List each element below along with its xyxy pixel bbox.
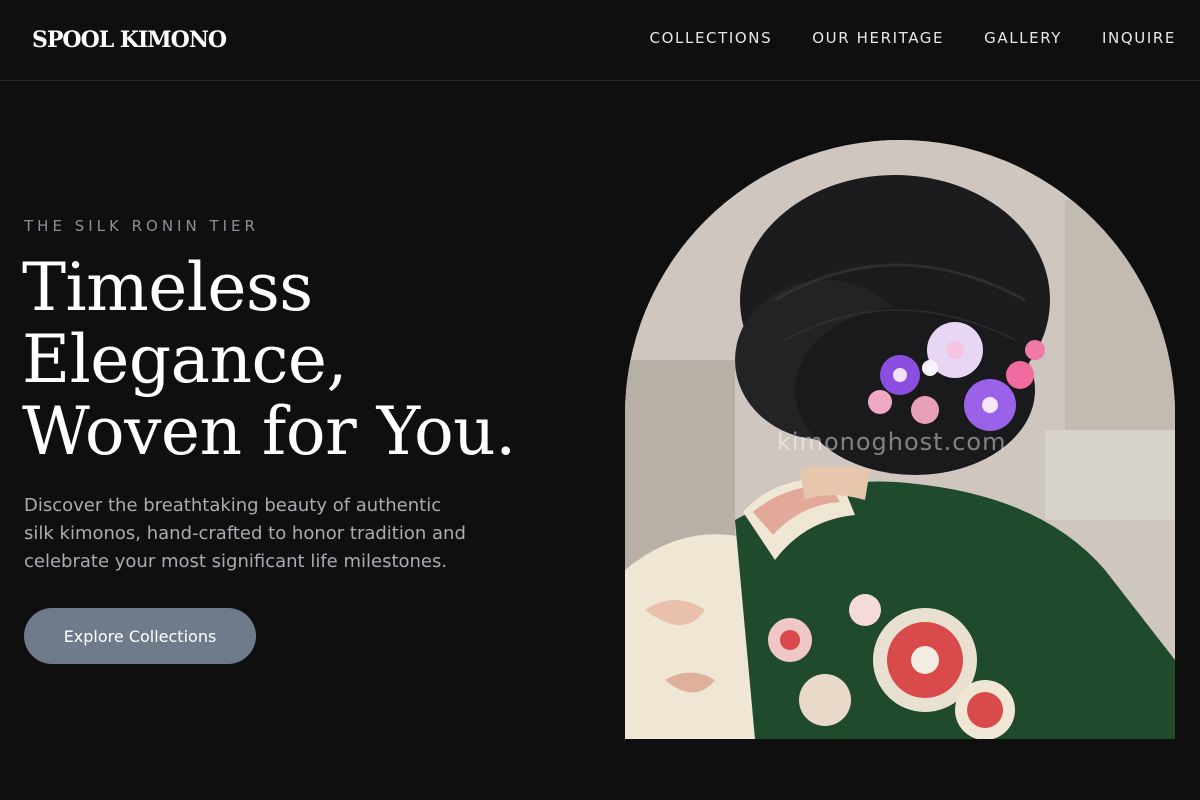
nav-item-our-heritage[interactable]: OUR HERITAGE — [812, 29, 944, 47]
image-watermark: kimonoghost.com — [777, 428, 1007, 456]
nav-item-collections[interactable]: COLLECTIONS — [650, 29, 773, 47]
description-line: silk kimonos, hand-crafted to honor trad… — [24, 523, 466, 544]
hero-eyebrow: THE SILK RONIN TIER — [24, 217, 259, 235]
hero-image: kimonoghost.com — [625, 140, 1175, 739]
hero-description: Discover the breathtaking beauty of auth… — [24, 492, 494, 576]
main-nav: COLLECTIONS OUR HERITAGE GALLERY INQUIRE — [650, 29, 1176, 47]
explore-collections-button[interactable]: Explore Collections — [24, 608, 256, 664]
site-header: SPOOL KIMONO COLLECTIONS OUR HERITAGE GA… — [0, 0, 1200, 81]
description-line: Discover the breathtaking beauty of auth… — [24, 495, 442, 516]
headline-line: Timeless — [22, 249, 313, 326]
brand-logo[interactable]: SPOOL KIMONO — [32, 27, 227, 53]
hero-headline: Timeless Elegance, Woven for You. — [22, 252, 582, 468]
description-line: celebrate your most significant life mil… — [24, 551, 448, 572]
headline-line: Elegance, — [22, 321, 347, 398]
nav-item-gallery[interactable]: GALLERY — [984, 29, 1062, 47]
headline-line: Woven for You. — [22, 393, 516, 470]
nav-item-inquire[interactable]: INQUIRE — [1102, 29, 1176, 47]
